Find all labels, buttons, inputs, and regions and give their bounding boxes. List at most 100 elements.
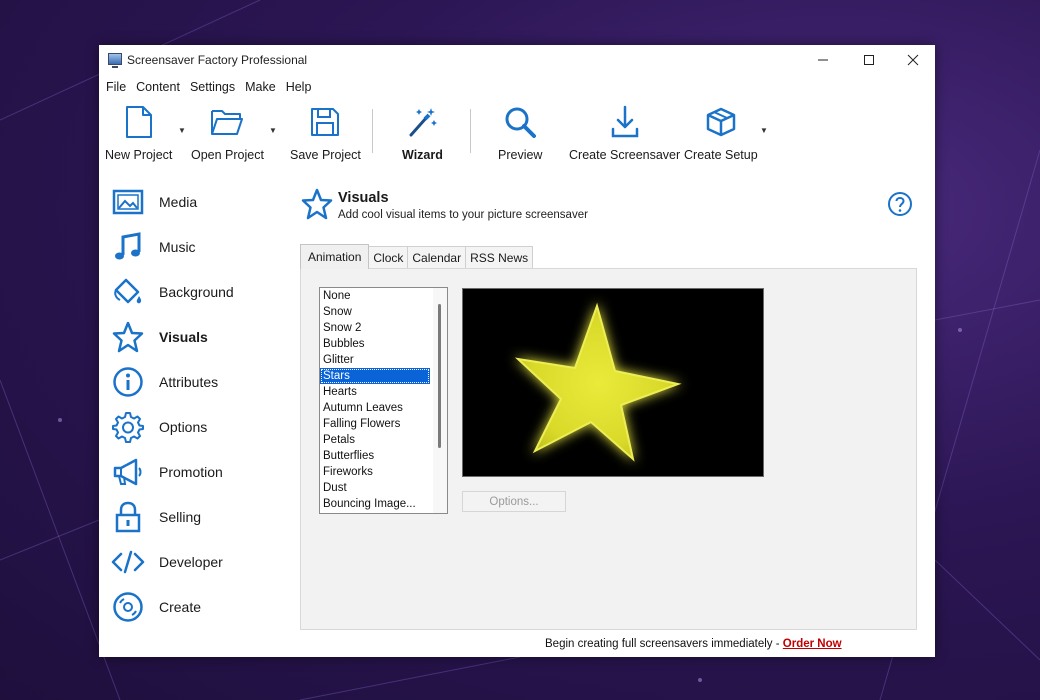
sidebar-item-options[interactable]: Options	[111, 407, 291, 447]
list-item[interactable]: Bouncing Image...	[320, 496, 430, 512]
gear-icon	[111, 410, 145, 444]
tab-calendar[interactable]: Calendar	[407, 246, 467, 268]
new-file-icon	[124, 101, 154, 143]
create-screensaver-label: Create Screensaver	[569, 148, 681, 162]
minimize-button[interactable]	[801, 45, 845, 75]
title-bar: Screensaver Factory Professional	[99, 45, 935, 75]
sidebar-item-promotion[interactable]: Promotion	[111, 452, 291, 492]
sidebar: Media Music Background Visuals Attribute…	[99, 170, 299, 657]
list-item[interactable]: None	[320, 288, 430, 304]
menu-help[interactable]: Help	[286, 80, 312, 94]
tab-rss-news[interactable]: RSS News	[465, 246, 534, 268]
sidebar-label-music: Music	[159, 239, 196, 255]
footer-text: Begin creating full screensavers immedia…	[545, 638, 783, 650]
sidebar-item-developer[interactable]: Developer	[111, 542, 291, 582]
menu-file[interactable]: File	[106, 80, 126, 94]
app-window: Screensaver Factory Professional File Co…	[99, 45, 935, 657]
toolbar-separator	[372, 109, 373, 153]
list-item[interactable]: Fireworks	[320, 464, 430, 480]
sidebar-item-media[interactable]: Media	[111, 182, 291, 222]
sidebar-item-attributes[interactable]: Attributes	[111, 362, 291, 402]
create-setup-button[interactable]: Create Setup	[684, 99, 758, 170]
sidebar-label-selling: Selling	[159, 509, 202, 525]
animation-tab-panel: None Snow Snow 2 Bubbles Glitter Stars H…	[300, 268, 917, 630]
sidebar-label-options: Options	[159, 419, 208, 435]
sidebar-label-promotion: Promotion	[159, 464, 223, 480]
tab-animation[interactable]: Animation	[300, 244, 370, 269]
order-footer: Begin creating full screensavers immedia…	[545, 638, 842, 650]
sidebar-label-developer: Developer	[159, 554, 223, 570]
sidebar-item-selling[interactable]: Selling	[111, 497, 291, 537]
create-screensaver-button[interactable]: Create Screensaver	[569, 99, 680, 170]
menu-settings[interactable]: Settings	[190, 80, 235, 94]
open-project-dropdown-icon[interactable]: ▼	[269, 126, 277, 135]
save-disk-icon	[309, 101, 341, 143]
code-icon	[111, 545, 145, 579]
wizard-label: Wizard	[402, 148, 443, 162]
list-item-selected[interactable]: Stars	[320, 368, 430, 384]
megaphone-icon	[111, 455, 145, 489]
maximize-button[interactable]	[847, 45, 891, 75]
wizard-button[interactable]: Wizard	[402, 99, 443, 170]
sidebar-item-music[interactable]: Music	[111, 227, 291, 267]
sidebar-label-attributes: Attributes	[159, 374, 219, 390]
paint-bucket-icon	[111, 275, 145, 309]
preview-button[interactable]: Preview	[498, 99, 542, 170]
list-item[interactable]: Bubbles	[320, 336, 430, 352]
create-setup-label: Create Setup	[684, 148, 758, 162]
save-project-button[interactable]: Save Project	[290, 99, 361, 170]
visuals-star-icon	[301, 188, 333, 220]
sidebar-item-create[interactable]: Create	[111, 587, 291, 627]
tab-clock[interactable]: Clock	[368, 246, 409, 268]
scrollbar-thumb[interactable]	[438, 304, 441, 448]
list-item[interactable]: Autumn Leaves	[320, 400, 430, 416]
menu-make[interactable]: Make	[245, 80, 276, 94]
save-project-label: Save Project	[290, 148, 361, 162]
list-item[interactable]: Glitter	[320, 352, 430, 368]
list-item[interactable]: Petals	[320, 432, 430, 448]
new-project-dropdown-icon[interactable]: ▼	[178, 126, 186, 135]
options-button[interactable]: Options...	[462, 491, 566, 512]
app-monitor-icon	[108, 53, 122, 68]
new-project-button[interactable]: New Project	[105, 99, 172, 170]
package-box-icon	[704, 101, 738, 143]
list-item[interactable]: Falling Flowers	[320, 416, 430, 432]
preview-label: Preview	[498, 148, 543, 162]
create-setup-dropdown-icon[interactable]: ▼	[760, 126, 768, 135]
sidebar-item-visuals[interactable]: Visuals	[111, 317, 291, 357]
sidebar-item-background[interactable]: Background	[111, 272, 291, 312]
sidebar-label-create: Create	[159, 599, 202, 615]
minimize-icon	[818, 59, 828, 61]
star-icon	[111, 320, 145, 354]
menu-bar: File Content Settings Make Help	[99, 75, 935, 99]
close-button[interactable]	[891, 45, 935, 75]
list-item[interactable]: Snow	[320, 304, 430, 320]
disc-icon	[111, 590, 145, 624]
list-item[interactable]: Snow 2	[320, 320, 430, 336]
maximize-icon	[864, 55, 874, 65]
page-title: Visuals	[338, 190, 389, 206]
open-project-button[interactable]: Open Project	[191, 99, 264, 170]
help-question-icon	[888, 192, 912, 216]
order-now-link[interactable]: Order Now	[783, 638, 842, 650]
list-scrollbar[interactable]	[433, 288, 447, 513]
magic-wand-icon	[405, 101, 439, 143]
list-item[interactable]: Dust	[320, 480, 430, 496]
sidebar-label-media: Media	[159, 194, 198, 210]
menu-content[interactable]: Content	[136, 80, 180, 94]
animation-preview	[462, 288, 764, 477]
main-area: Media Music Background Visuals Attribute…	[99, 170, 935, 657]
folder-icon	[210, 101, 244, 143]
list-item[interactable]: Hearts	[320, 384, 430, 400]
toolbar: New Project ▼ Open Project ▼ Save Projec…	[99, 99, 935, 170]
lock-icon	[111, 500, 145, 534]
info-icon	[111, 365, 145, 399]
animation-listbox[interactable]: None Snow Snow 2 Bubbles Glitter Stars H…	[319, 287, 448, 514]
page-subtitle: Add cool visual items to your picture sc…	[338, 209, 588, 221]
help-button[interactable]	[887, 191, 913, 220]
music-note-icon	[111, 230, 145, 264]
sidebar-label-background: Background	[159, 284, 234, 300]
download-arrow-icon	[610, 101, 640, 143]
list-item[interactable]: Butterflies	[320, 448, 430, 464]
tab-strip: Animation Clock Calendar RSS News	[300, 244, 534, 269]
